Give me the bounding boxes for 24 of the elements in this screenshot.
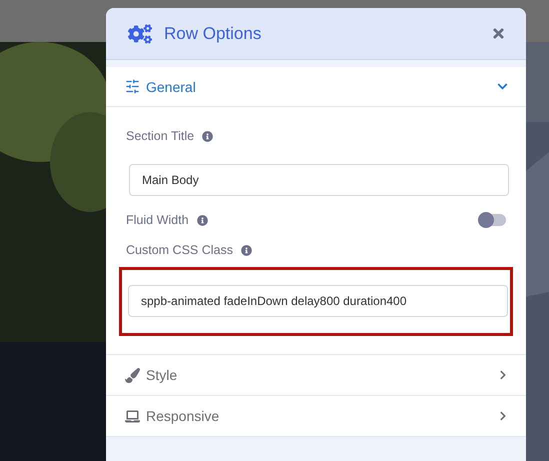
- toggle-switch[interactable]: [478, 214, 506, 226]
- section-header[interactable]: Responsive: [106, 396, 526, 436]
- text-field[interactable]: sppb-animated fadeInDown delay800 duration400: [128, 285, 508, 317]
- section-title: General: [146, 78, 197, 94]
- chevron-right-icon: [498, 411, 508, 421]
- text-field[interactable]: Main Body: [129, 164, 509, 196]
- paintbrush-icon: [125, 368, 140, 382]
- section-title: Responsive: [146, 408, 220, 424]
- gears-icon: [128, 22, 152, 46]
- info-icon[interactable]: [202, 130, 214, 142]
- chevron-down-icon: [497, 81, 508, 92]
- laptop-icon: [125, 408, 140, 424]
- info-icon[interactable]: [240, 244, 252, 256]
- close-icon[interactable]: [491, 26, 506, 41]
- chevron-right-icon: [498, 370, 508, 380]
- field-label: Fluid Width: [126, 213, 189, 227]
- info-icon[interactable]: [196, 214, 208, 226]
- section-header[interactable]: General: [106, 67, 526, 107]
- sliders-icon: [125, 79, 140, 94]
- section-header[interactable]: Style: [106, 355, 526, 395]
- field-label: Section Title: [126, 129, 194, 143]
- field-label: Custom CSS Class: [126, 243, 233, 257]
- dialog-title: Row Options: [164, 24, 262, 44]
- section-title: Style: [146, 367, 178, 383]
